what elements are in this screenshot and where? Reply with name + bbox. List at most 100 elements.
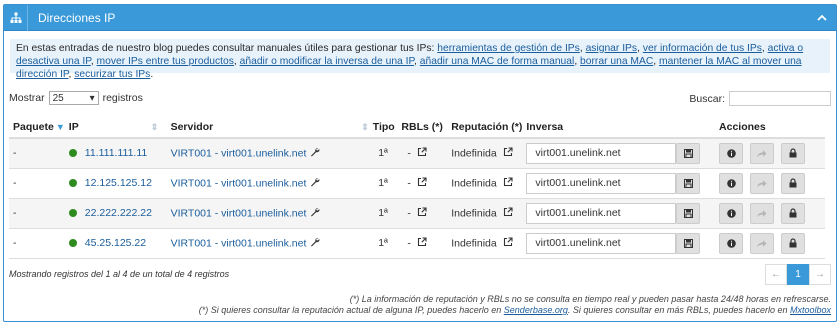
sort-desc-icon: ▼ — [55, 121, 65, 132]
info-button[interactable] — [719, 172, 744, 194]
col-servidor[interactable]: Servidor ⇕ — [166, 116, 369, 139]
link-herramientas[interactable]: herramientas de gestión de IPs — [437, 43, 580, 54]
link-mover-ips[interactable]: mover IPs entre tus productos — [97, 56, 234, 67]
cell-paquete: - — [9, 198, 65, 229]
external-link-icon[interactable] — [503, 176, 513, 190]
footnote-1: (*) La información de reputación y RBLs … — [349, 294, 831, 304]
panel-title: Direcciones IP — [38, 10, 116, 25]
cell-rbls: - — [407, 176, 411, 189]
external-link-icon[interactable] — [503, 206, 513, 220]
cell-servidor[interactable]: VIRT001 - virt001.unelink.net — [171, 237, 307, 249]
inversa-input[interactable]: virt001.unelink.net — [526, 172, 677, 194]
cell-reputacion: Indefinida — [451, 236, 497, 249]
col-paquete[interactable]: Paquete ▼ — [9, 116, 65, 139]
cell-reputacion: Indefinida — [451, 147, 497, 160]
show-label: Mostrar — [9, 92, 45, 104]
senderbase-link[interactable]: Senderbase.org — [504, 305, 568, 315]
lock-button[interactable] — [780, 172, 805, 194]
save-icon — [683, 208, 693, 218]
page-length-select[interactable]: 25 ▾ — [48, 91, 99, 105]
move-button[interactable] — [749, 232, 774, 254]
lock-button[interactable] — [780, 232, 805, 254]
link-mac-manual[interactable]: añadir una MAC de forma manual — [420, 56, 575, 67]
info-icon — [726, 148, 736, 158]
lock-icon — [789, 178, 797, 188]
info-button[interactable] — [719, 232, 744, 254]
footnote-2: (*) Si quieres consultar la reputación a… — [198, 305, 831, 315]
table-row: - 45.25.125.22 VIRT001 - virt001.unelink… — [9, 228, 825, 259]
wrench-icon[interactable] — [310, 177, 320, 190]
table-header-row: Paquete ▼ IP ⇕ Servidor ⇕ Tipo RBLs (*) Rep… — [9, 116, 825, 139]
move-button[interactable] — [749, 172, 774, 194]
save-button[interactable] — [676, 232, 701, 254]
share-icon — [757, 149, 767, 157]
col-ip[interactable]: IP ⇕ — [64, 116, 167, 139]
info-icon — [726, 208, 736, 218]
lock-icon — [789, 148, 797, 158]
link-inversa[interactable]: añadir o modificar la inversa de una IP — [240, 56, 414, 67]
link-borrar-mac[interactable]: borrar una MAC — [580, 56, 653, 67]
cell-servidor[interactable]: VIRT001 - virt001.unelink.net — [171, 177, 307, 189]
table-summary: Mostrando registros del 1 al 4 de un tot… — [9, 269, 230, 279]
cell-ip[interactable]: 12.125.125.12 — [85, 177, 152, 189]
wrench-icon[interactable] — [310, 147, 320, 160]
cell-ip[interactable]: 11.111.111.11 — [85, 147, 147, 159]
cell-servidor[interactable]: VIRT001 - virt001.unelink.net — [171, 207, 307, 219]
link-ver-informacion[interactable]: ver información de tus IPs — [643, 43, 762, 54]
save-button[interactable] — [676, 202, 701, 224]
external-link-icon[interactable] — [417, 206, 427, 220]
page-length-value: 25 — [52, 92, 64, 104]
external-link-icon[interactable] — [503, 236, 513, 250]
chevron-up-icon[interactable] — [812, 8, 832, 28]
save-button[interactable] — [676, 142, 701, 164]
inversa-input[interactable]: virt001.unelink.net — [526, 232, 677, 254]
panel-header: Direcciones IP — [4, 4, 836, 31]
page-length-control: Mostrar 25 ▾ registros — [9, 91, 143, 105]
cell-reputacion: Indefinida — [451, 206, 497, 219]
col-tipo[interactable]: Tipo — [368, 116, 398, 139]
link-securizar[interactable]: securizar tus IPs — [74, 69, 150, 80]
cell-paquete: - — [9, 168, 65, 199]
external-link-icon[interactable] — [417, 176, 427, 190]
status-active-icon — [68, 239, 77, 247]
external-link-icon[interactable] — [417, 236, 427, 250]
external-link-icon[interactable] — [503, 147, 513, 160]
status-active-icon — [68, 179, 77, 187]
cell-tipo: 1ª — [368, 168, 398, 199]
page-1-button[interactable]: 1 — [787, 264, 809, 285]
share-icon — [757, 239, 767, 247]
wrench-icon[interactable] — [310, 207, 320, 220]
wrench-icon[interactable] — [310, 237, 320, 250]
sort-icon: ⇕ — [361, 121, 369, 132]
move-button[interactable] — [749, 142, 774, 164]
col-save — [676, 116, 708, 139]
col-rbls[interactable]: RBLs (*) — [397, 116, 448, 139]
move-button[interactable] — [749, 202, 774, 224]
col-inversa[interactable]: Inversa — [522, 116, 677, 139]
mxtoolbox-link[interactable]: Mxtoolbox — [790, 305, 831, 315]
lock-button[interactable] — [780, 142, 805, 164]
info-button[interactable] — [719, 202, 744, 224]
link-asignar-ips[interactable]: asignar IPs — [586, 43, 638, 54]
inversa-input[interactable]: virt001.unelink.net — [526, 142, 677, 164]
external-link-icon[interactable] — [417, 147, 427, 160]
save-button[interactable] — [676, 172, 701, 194]
cell-paquete: - — [9, 138, 65, 169]
col-acciones: Acciones — [707, 116, 825, 139]
caret-down-icon: ▾ — [89, 92, 95, 104]
col-reputacion[interactable]: Reputación (*) — [447, 116, 523, 139]
lock-button[interactable] — [780, 202, 805, 224]
lock-icon — [789, 238, 797, 248]
ip-table: Paquete ▼ IP ⇕ Servidor ⇕ Tipo RBLs (*) Rep… — [9, 116, 825, 259]
info-button[interactable] — [719, 142, 744, 164]
cell-servidor[interactable]: VIRT001 - virt001.unelink.net — [171, 147, 307, 159]
search-input[interactable] — [729, 91, 831, 106]
cell-ip[interactable]: 22.222.222.22 — [85, 207, 152, 219]
next-page-button[interactable]: → — [809, 264, 831, 285]
prev-page-button[interactable]: ← — [765, 264, 787, 285]
status-active-icon — [68, 209, 77, 217]
cell-ip[interactable]: 45.25.125.22 — [85, 237, 146, 249]
info-icon — [726, 178, 736, 188]
inversa-input[interactable]: virt001.unelink.net — [526, 202, 677, 224]
cell-paquete: - — [9, 228, 65, 259]
